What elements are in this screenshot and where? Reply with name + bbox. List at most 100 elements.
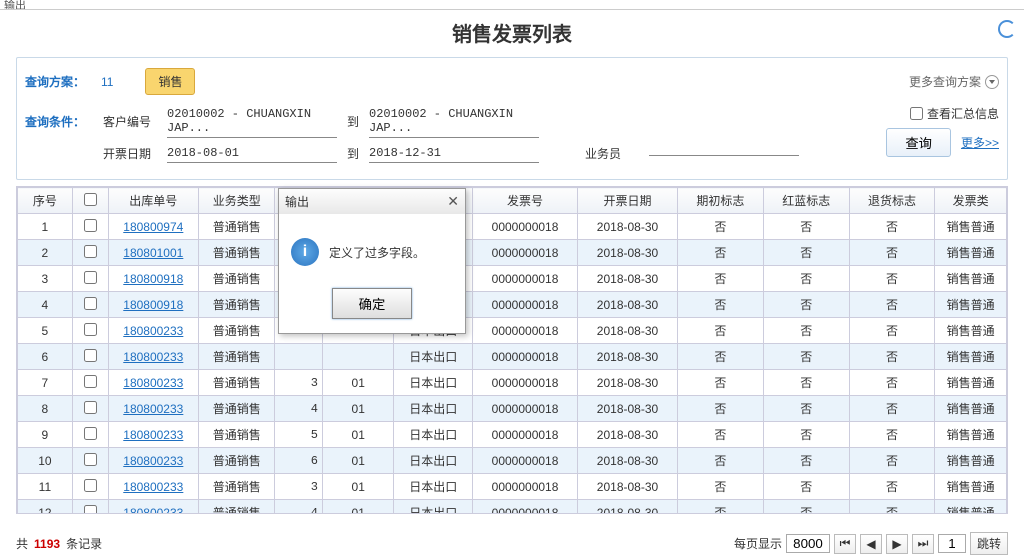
row-checkbox[interactable] — [84, 323, 97, 336]
table-row[interactable]: 12180800233普通销售401日本出口00000000182018-08-… — [18, 500, 1007, 515]
grid-header-cell[interactable]: 发票类 — [935, 188, 1007, 214]
grid-header-cell[interactable]: 序号 — [18, 188, 73, 214]
row-checkbox[interactable] — [84, 427, 97, 440]
table-cell: 0000000018 — [473, 240, 578, 266]
row-checkbox[interactable] — [84, 349, 97, 362]
table-cell[interactable] — [72, 422, 108, 448]
table-cell[interactable]: 180800233 — [108, 448, 199, 474]
table-cell: 日本出口 — [394, 422, 473, 448]
table-cell[interactable]: 180800233 — [108, 370, 199, 396]
row-checkbox[interactable] — [84, 297, 97, 310]
summary-checkbox[interactable] — [910, 107, 923, 120]
table-cell[interactable]: 180800233 — [108, 396, 199, 422]
table-cell[interactable] — [72, 240, 108, 266]
data-grid[interactable]: 序号出库单号业务类型销售类型发票号开票日期期初标志红蓝标志退货标志发票类 118… — [16, 186, 1008, 514]
more-link[interactable]: 更多>> — [961, 134, 999, 151]
table-cell: 否 — [849, 318, 935, 344]
search-button[interactable]: 查询 — [886, 128, 951, 157]
table-row[interactable]: 10180800233普通销售601日本出口00000000182018-08-… — [18, 448, 1007, 474]
nav-next-button[interactable]: ▶ — [886, 534, 908, 554]
table-cell[interactable]: 180800233 — [108, 500, 199, 515]
table-row[interactable]: 6180800233普通销售日本出口00000000182018-08-30否否… — [18, 344, 1007, 370]
table-cell[interactable] — [72, 266, 108, 292]
grid-header-cell[interactable]: 发票号 — [473, 188, 578, 214]
table-cell[interactable]: 180800233 — [108, 344, 199, 370]
row-checkbox[interactable] — [84, 453, 97, 466]
table-cell[interactable] — [72, 370, 108, 396]
row-checkbox[interactable] — [84, 401, 97, 414]
grid-header-cell[interactable]: 期初标志 — [678, 188, 764, 214]
table-cell[interactable]: 180800974 — [108, 214, 199, 240]
date-to-input[interactable]: 2018-12-31 — [369, 144, 539, 163]
refresh-icon[interactable] — [998, 20, 1016, 38]
table-cell[interactable] — [72, 474, 108, 500]
select-all-checkbox[interactable] — [84, 193, 97, 206]
table-cell: 销售普通 — [935, 214, 1007, 240]
table-cell[interactable] — [72, 318, 108, 344]
table-cell: 否 — [763, 266, 849, 292]
table-row[interactable]: 1180800974普通销售日本出口00000000182018-08-30否否… — [18, 214, 1007, 240]
table-cell: 3 — [18, 266, 73, 292]
table-row[interactable]: 9180800233普通销售501日本出口00000000182018-08-3… — [18, 422, 1007, 448]
table-row[interactable]: 3180800918普通销售日本出口00000000182018-08-30否否… — [18, 266, 1007, 292]
row-checkbox[interactable] — [84, 505, 97, 515]
horizontal-scrollbar[interactable] — [16, 514, 1008, 530]
info-icon: i — [291, 238, 319, 266]
close-icon[interactable]: ✕ — [447, 193, 459, 210]
table-cell: 否 — [849, 448, 935, 474]
summary-checkbox-wrap[interactable]: 查看汇总信息 — [910, 105, 999, 122]
table-cell: 01 — [322, 370, 393, 396]
nav-first-button[interactable]: ⏮ — [834, 534, 856, 554]
table-cell[interactable]: 180801001 — [108, 240, 199, 266]
table-cell: 0000000018 — [473, 422, 578, 448]
nav-prev-button[interactable]: ◀ — [860, 534, 882, 554]
table-row[interactable]: 7180800233普通销售301日本出口00000000182018-08-3… — [18, 370, 1007, 396]
row-checkbox[interactable] — [84, 219, 97, 232]
table-cell: 4 — [275, 396, 323, 422]
grid-header-cell[interactable]: 退货标志 — [849, 188, 935, 214]
sales-input[interactable] — [649, 151, 799, 156]
table-cell[interactable] — [72, 344, 108, 370]
table-row[interactable]: 2180801001普通销售日本出口00000000182018-08-30否否… — [18, 240, 1007, 266]
table-cell: 0000000018 — [473, 266, 578, 292]
table-row[interactable]: 5180800233普通销售日本出口00000000182018-08-30否否… — [18, 318, 1007, 344]
query-scheme-badge[interactable]: 销售 — [145, 68, 195, 95]
table-row[interactable]: 11180800233普通销售301日本出口00000000182018-08-… — [18, 474, 1007, 500]
per-page-input[interactable] — [786, 534, 830, 553]
table-cell[interactable]: 180800233 — [108, 318, 199, 344]
table-cell[interactable]: 180800233 — [108, 474, 199, 500]
nav-last-button[interactable]: ⏭ — [912, 534, 934, 554]
table-cell: 否 — [849, 240, 935, 266]
table-cell[interactable]: 180800918 — [108, 266, 199, 292]
table-cell: 3 — [275, 370, 323, 396]
table-cell[interactable] — [72, 396, 108, 422]
grid-header-cell[interactable]: 出库单号 — [108, 188, 199, 214]
grid-header-cell[interactable]: 红蓝标志 — [763, 188, 849, 214]
row-checkbox[interactable] — [84, 271, 97, 284]
goto-page-input[interactable] — [938, 534, 966, 553]
date-from-input[interactable]: 2018-08-01 — [167, 144, 337, 163]
customer-to-input[interactable]: 02010002 - CHUANGXIN JAP... — [369, 105, 539, 138]
row-checkbox[interactable] — [84, 479, 97, 492]
table-cell[interactable] — [72, 500, 108, 515]
ok-button[interactable]: 确定 — [332, 288, 413, 319]
table-cell: 否 — [763, 422, 849, 448]
customer-from-input[interactable]: 02010002 - CHUANGXIN JAP... — [167, 105, 337, 138]
total-suffix: 条记录 — [66, 535, 102, 552]
jump-button[interactable]: 跳转 — [970, 532, 1008, 555]
table-cell[interactable] — [72, 292, 108, 318]
summary-label: 查看汇总信息 — [927, 105, 999, 122]
row-checkbox[interactable] — [84, 245, 97, 258]
table-cell[interactable]: 180800233 — [108, 422, 199, 448]
table-cell[interactable] — [72, 448, 108, 474]
query-scheme-label: 查询方案： — [25, 73, 95, 90]
table-row[interactable]: 8180800233普通销售401日本出口00000000182018-08-3… — [18, 396, 1007, 422]
more-scheme-link[interactable]: 更多查询方案 — [909, 73, 999, 90]
table-row[interactable]: 4180800918普通销售日本出口00000000182018-08-30否否… — [18, 292, 1007, 318]
grid-header-cell[interactable] — [72, 188, 108, 214]
grid-header-cell[interactable]: 业务类型 — [199, 188, 275, 214]
table-cell[interactable] — [72, 214, 108, 240]
table-cell[interactable]: 180800918 — [108, 292, 199, 318]
grid-header-cell[interactable]: 开票日期 — [577, 188, 677, 214]
row-checkbox[interactable] — [84, 375, 97, 388]
